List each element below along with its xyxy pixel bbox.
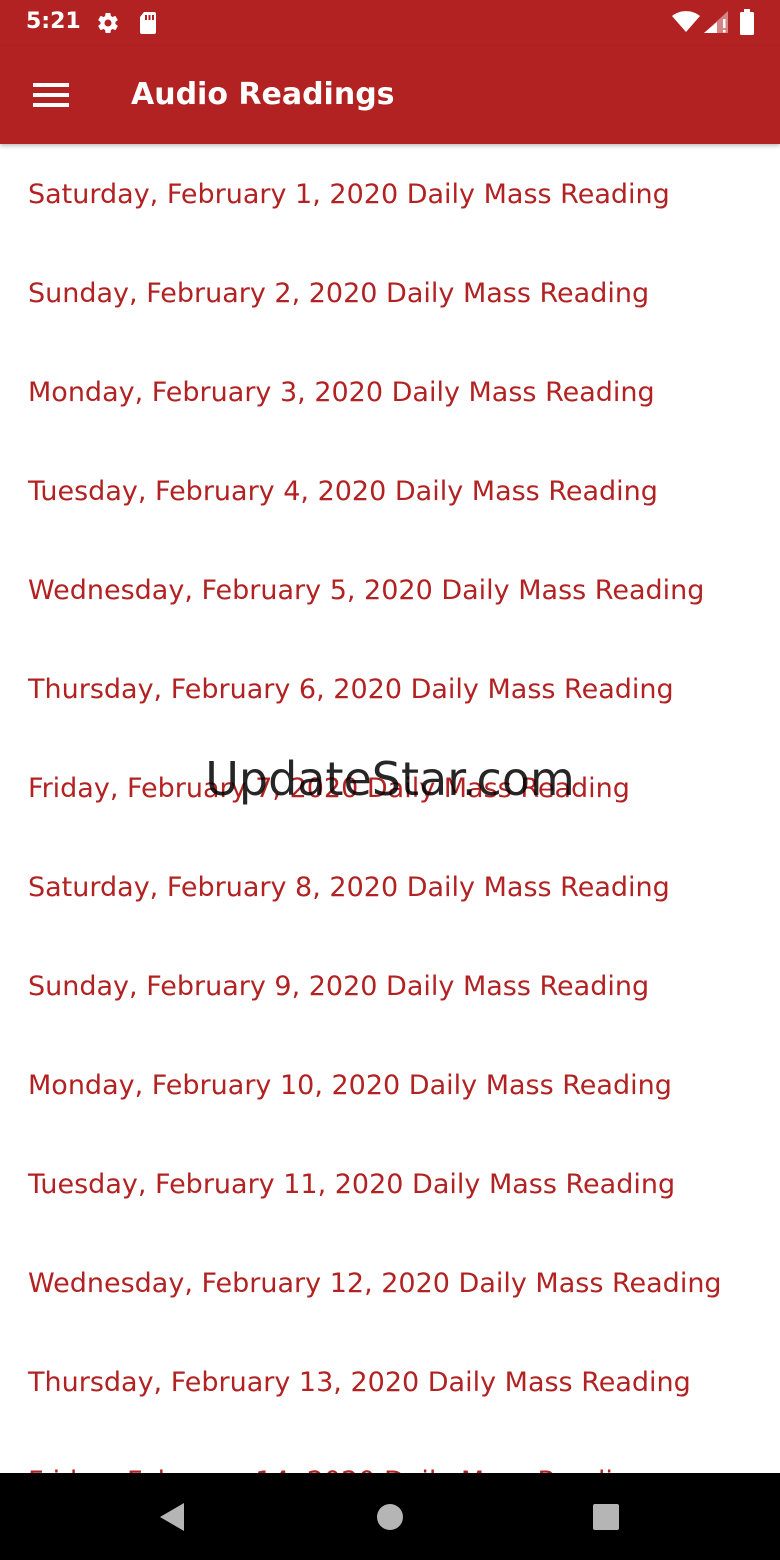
reading-item-feb-9[interactable]: Sunday, February 9, 2020 Daily Mass Read… <box>0 937 780 1036</box>
back-button[interactable] <box>148 1493 196 1541</box>
reading-list: Saturday, February 1, 2020 Daily Mass Re… <box>0 145 780 1473</box>
sd-card-icon <box>140 12 156 34</box>
recents-button[interactable] <box>582 1493 630 1541</box>
back-triangle-icon <box>160 1503 184 1531</box>
home-button[interactable] <box>366 1493 414 1541</box>
status-bar: 5:21 <box>0 0 780 46</box>
page-title: Audio Readings <box>131 77 395 112</box>
reading-item-feb-1[interactable]: Saturday, February 1, 2020 Daily Mass Re… <box>0 145 780 244</box>
reading-item-feb-4[interactable]: Tuesday, February 4, 2020 Daily Mass Rea… <box>0 442 780 541</box>
reading-item-feb-5[interactable]: Wednesday, February 5, 2020 Daily Mass R… <box>0 541 780 640</box>
reading-item-feb-6[interactable]: Thursday, February 6, 2020 Daily Mass Re… <box>0 640 780 739</box>
recents-square-icon <box>593 1504 619 1530</box>
reading-item-feb-13[interactable]: Thursday, February 13, 2020 Daily Mass R… <box>0 1333 780 1432</box>
hamburger-menu-icon <box>33 83 69 107</box>
reading-item-feb-8[interactable]: Saturday, February 8, 2020 Daily Mass Re… <box>0 838 780 937</box>
reading-item-feb-11[interactable]: Tuesday, February 11, 2020 Daily Mass Re… <box>0 1135 780 1234</box>
gear-icon <box>98 13 118 34</box>
navigation-menu-button[interactable] <box>20 64 82 126</box>
signal-icon <box>704 11 728 33</box>
reading-item-feb-14[interactable]: Friday, February 14, 2020 Daily Mass Rea… <box>0 1432 780 1473</box>
reading-item-feb-3[interactable]: Monday, February 3, 2020 Daily Mass Read… <box>0 343 780 442</box>
home-circle-icon <box>377 1504 403 1530</box>
reading-item-feb-7[interactable]: Friday, February 7, 2020 Daily Mass Read… <box>0 739 780 838</box>
reading-item-feb-12[interactable]: Wednesday, February 12, 2020 Daily Mass … <box>0 1234 780 1333</box>
wifi-icon <box>672 11 700 32</box>
reading-item-feb-2[interactable]: Sunday, February 2, 2020 Daily Mass Read… <box>0 244 780 343</box>
app-bar: Audio Readings <box>0 46 780 144</box>
system-nav-bar <box>0 1473 780 1560</box>
battery-icon <box>740 9 754 35</box>
reading-item-feb-10[interactable]: Monday, February 10, 2020 Daily Mass Rea… <box>0 1036 780 1135</box>
status-time: 5:21 <box>26 9 81 34</box>
